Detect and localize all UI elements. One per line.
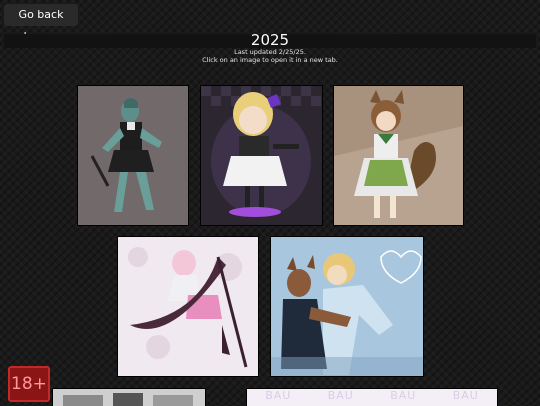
bau-text: BAU (327, 389, 354, 402)
instruction-text: Click on an image to open it in a new ta… (202, 56, 338, 64)
gallery-image-2[interactable] (200, 85, 323, 226)
page-title-year: 2025 (250, 31, 290, 49)
gallery-image-3[interactable] (333, 85, 464, 226)
gallery-image-1[interactable] (77, 85, 189, 226)
bau-text: BAU (265, 389, 292, 402)
artwork-pink-scythe (118, 237, 258, 376)
gallery-image-5[interactable] (270, 236, 424, 377)
artwork-fox-girl (334, 86, 463, 225)
gallery-image-6[interactable] (52, 388, 206, 406)
bau-text: BAU (452, 389, 479, 402)
last-updated-text: Last updated 2/25/25. (234, 48, 306, 56)
artwork-blonde-purple (201, 86, 322, 225)
bau-text: BAU (390, 389, 417, 402)
go-back-home-button[interactable]: Go back home. (4, 4, 78, 43)
adult-content-badge[interactable]: 18+ (8, 366, 50, 402)
artwork-partial-gray (53, 389, 205, 406)
gallery-image-7[interactable]: BAU BAU BAU BAU (246, 388, 498, 406)
gallery-image-4[interactable] (117, 236, 259, 377)
artwork-teal-maid (78, 86, 188, 225)
artwork-couple (271, 237, 423, 376)
